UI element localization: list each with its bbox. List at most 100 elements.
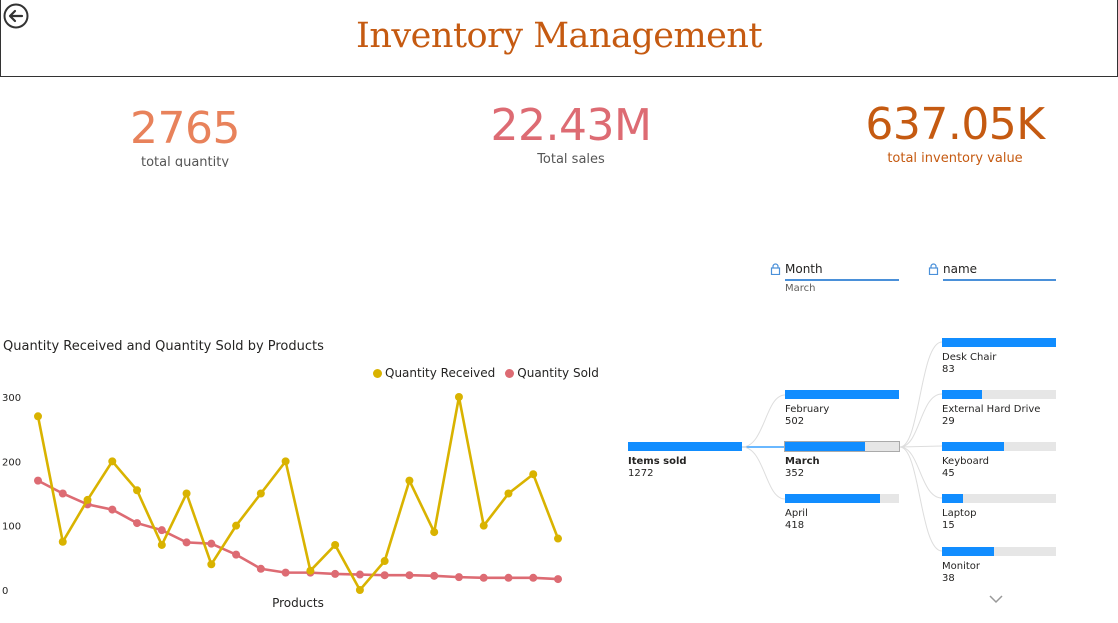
data-point[interactable] bbox=[281, 568, 290, 577]
node-bar-fill bbox=[942, 442, 1004, 451]
node-value: 83 bbox=[942, 364, 955, 375]
header-underline bbox=[785, 279, 899, 281]
node-bar-fill bbox=[942, 494, 963, 503]
kpi-label: total quantity bbox=[140, 155, 230, 167]
chevron-down-icon[interactable] bbox=[988, 594, 1004, 604]
line-chart[interactable]: 0 100 200 300 Products bbox=[0, 385, 600, 620]
data-point[interactable] bbox=[554, 575, 562, 584]
data-point[interactable] bbox=[504, 489, 513, 498]
tree-name-node[interactable]: Keyboard 45 bbox=[942, 442, 1056, 480]
tree-month-node[interactable]: April 418 bbox=[785, 494, 899, 532]
data-point[interactable] bbox=[554, 534, 562, 543]
data-point[interactable] bbox=[207, 560, 216, 569]
data-point[interactable] bbox=[34, 412, 42, 421]
kpi-total-sales: 22.43M Total sales bbox=[421, 102, 721, 168]
name-header-label: name bbox=[943, 262, 978, 276]
data-point[interactable] bbox=[380, 557, 389, 566]
data-point[interactable] bbox=[58, 537, 67, 546]
node-value: 418 bbox=[785, 520, 805, 531]
data-point[interactable] bbox=[454, 573, 463, 582]
tree-root-node[interactable]: Items sold 1272 bbox=[628, 442, 742, 480]
data-point[interactable] bbox=[355, 586, 364, 594]
report-header: Inventory Management bbox=[0, 0, 1118, 77]
node-bar bbox=[942, 547, 1056, 556]
tree-month-node[interactable]: February 502 bbox=[785, 390, 899, 428]
data-point[interactable] bbox=[83, 495, 92, 504]
tree-month-node[interactable]: March 352 bbox=[784, 441, 900, 480]
data-point[interactable] bbox=[182, 538, 191, 547]
node-bar bbox=[785, 390, 899, 399]
data-point[interactable] bbox=[405, 571, 414, 580]
data-point[interactable] bbox=[430, 571, 439, 580]
node-label: March bbox=[785, 456, 820, 467]
node-value: 502 bbox=[785, 416, 805, 427]
data-point[interactable] bbox=[256, 564, 265, 573]
legend-label: Quantity Sold bbox=[517, 366, 599, 380]
node-label: Keyboard bbox=[942, 456, 990, 467]
legend-dot-icon bbox=[505, 368, 515, 378]
data-point[interactable] bbox=[405, 476, 414, 485]
tree-name-node[interactable]: Laptop 15 bbox=[942, 494, 1056, 532]
node-label: February bbox=[785, 404, 830, 415]
node-value: 15 bbox=[942, 520, 955, 531]
data-point[interactable] bbox=[504, 573, 513, 582]
data-point[interactable] bbox=[108, 457, 117, 466]
data-point[interactable] bbox=[133, 486, 142, 495]
node-value: 45 bbox=[942, 468, 955, 479]
node-value: 29 bbox=[942, 416, 955, 427]
data-point[interactable] bbox=[232, 550, 241, 559]
data-point[interactable] bbox=[331, 569, 340, 578]
data-point[interactable] bbox=[34, 476, 42, 485]
lock-icon bbox=[928, 263, 939, 275]
node-bar bbox=[784, 441, 900, 452]
data-point[interactable] bbox=[157, 526, 166, 535]
node-bar bbox=[942, 442, 1056, 451]
data-point[interactable] bbox=[108, 505, 117, 514]
data-point[interactable] bbox=[232, 521, 241, 530]
data-point[interactable] bbox=[281, 457, 290, 466]
data-point[interactable] bbox=[454, 393, 463, 401]
data-point[interactable] bbox=[479, 521, 488, 530]
data-point[interactable] bbox=[306, 566, 315, 575]
data-point[interactable] bbox=[133, 519, 142, 528]
chart-title: Quantity Received and Quantity Sold by P… bbox=[3, 339, 324, 354]
data-point[interactable] bbox=[529, 573, 538, 582]
node-label: Laptop bbox=[942, 508, 977, 519]
lock-icon bbox=[770, 263, 781, 275]
node-bar-fill bbox=[942, 390, 982, 399]
data-point[interactable] bbox=[157, 540, 166, 549]
data-point[interactable] bbox=[479, 573, 488, 582]
data-point[interactable] bbox=[380, 571, 389, 580]
data-point[interactable] bbox=[331, 540, 340, 549]
data-point[interactable] bbox=[256, 489, 265, 498]
node-bar-fill bbox=[628, 442, 742, 451]
series-line[interactable] bbox=[37, 479, 559, 581]
node-label: Items sold bbox=[628, 456, 687, 467]
node-bar-fill bbox=[785, 494, 880, 503]
kpi-value: 2765 bbox=[130, 103, 240, 154]
node-bar-fill bbox=[942, 338, 1056, 347]
data-point[interactable] bbox=[58, 489, 67, 498]
y-tick-label: 200 bbox=[2, 457, 21, 468]
node-bar-fill bbox=[785, 442, 865, 451]
data-point[interactable] bbox=[182, 489, 191, 498]
node-bar bbox=[785, 494, 899, 503]
data-point[interactable] bbox=[355, 570, 364, 579]
kpi-label: Total sales bbox=[537, 152, 605, 167]
legend-dot-icon bbox=[373, 368, 382, 378]
legend-item-sold[interactable]: Quantity Sold bbox=[505, 366, 599, 380]
kpi-value: 22.43M bbox=[490, 100, 652, 151]
data-point[interactable] bbox=[529, 470, 538, 479]
series-line[interactable] bbox=[36, 396, 560, 593]
tree-name-node[interactable]: Monitor 38 bbox=[942, 547, 1056, 585]
data-point[interactable] bbox=[430, 528, 439, 537]
chart-legend: Quantity Received Quantity Sold bbox=[373, 366, 599, 380]
header-underline bbox=[943, 279, 1056, 281]
node-label: External Hard Drive bbox=[942, 404, 1041, 415]
month-selected-label: March bbox=[785, 283, 816, 294]
tree-name-node[interactable]: External Hard Drive 29 bbox=[942, 390, 1056, 428]
legend-item-received[interactable]: Quantity Received bbox=[373, 366, 495, 380]
data-point[interactable] bbox=[207, 539, 216, 548]
node-label: Desk Chair bbox=[942, 352, 997, 363]
tree-name-node[interactable]: Desk Chair 83 bbox=[942, 338, 1056, 376]
